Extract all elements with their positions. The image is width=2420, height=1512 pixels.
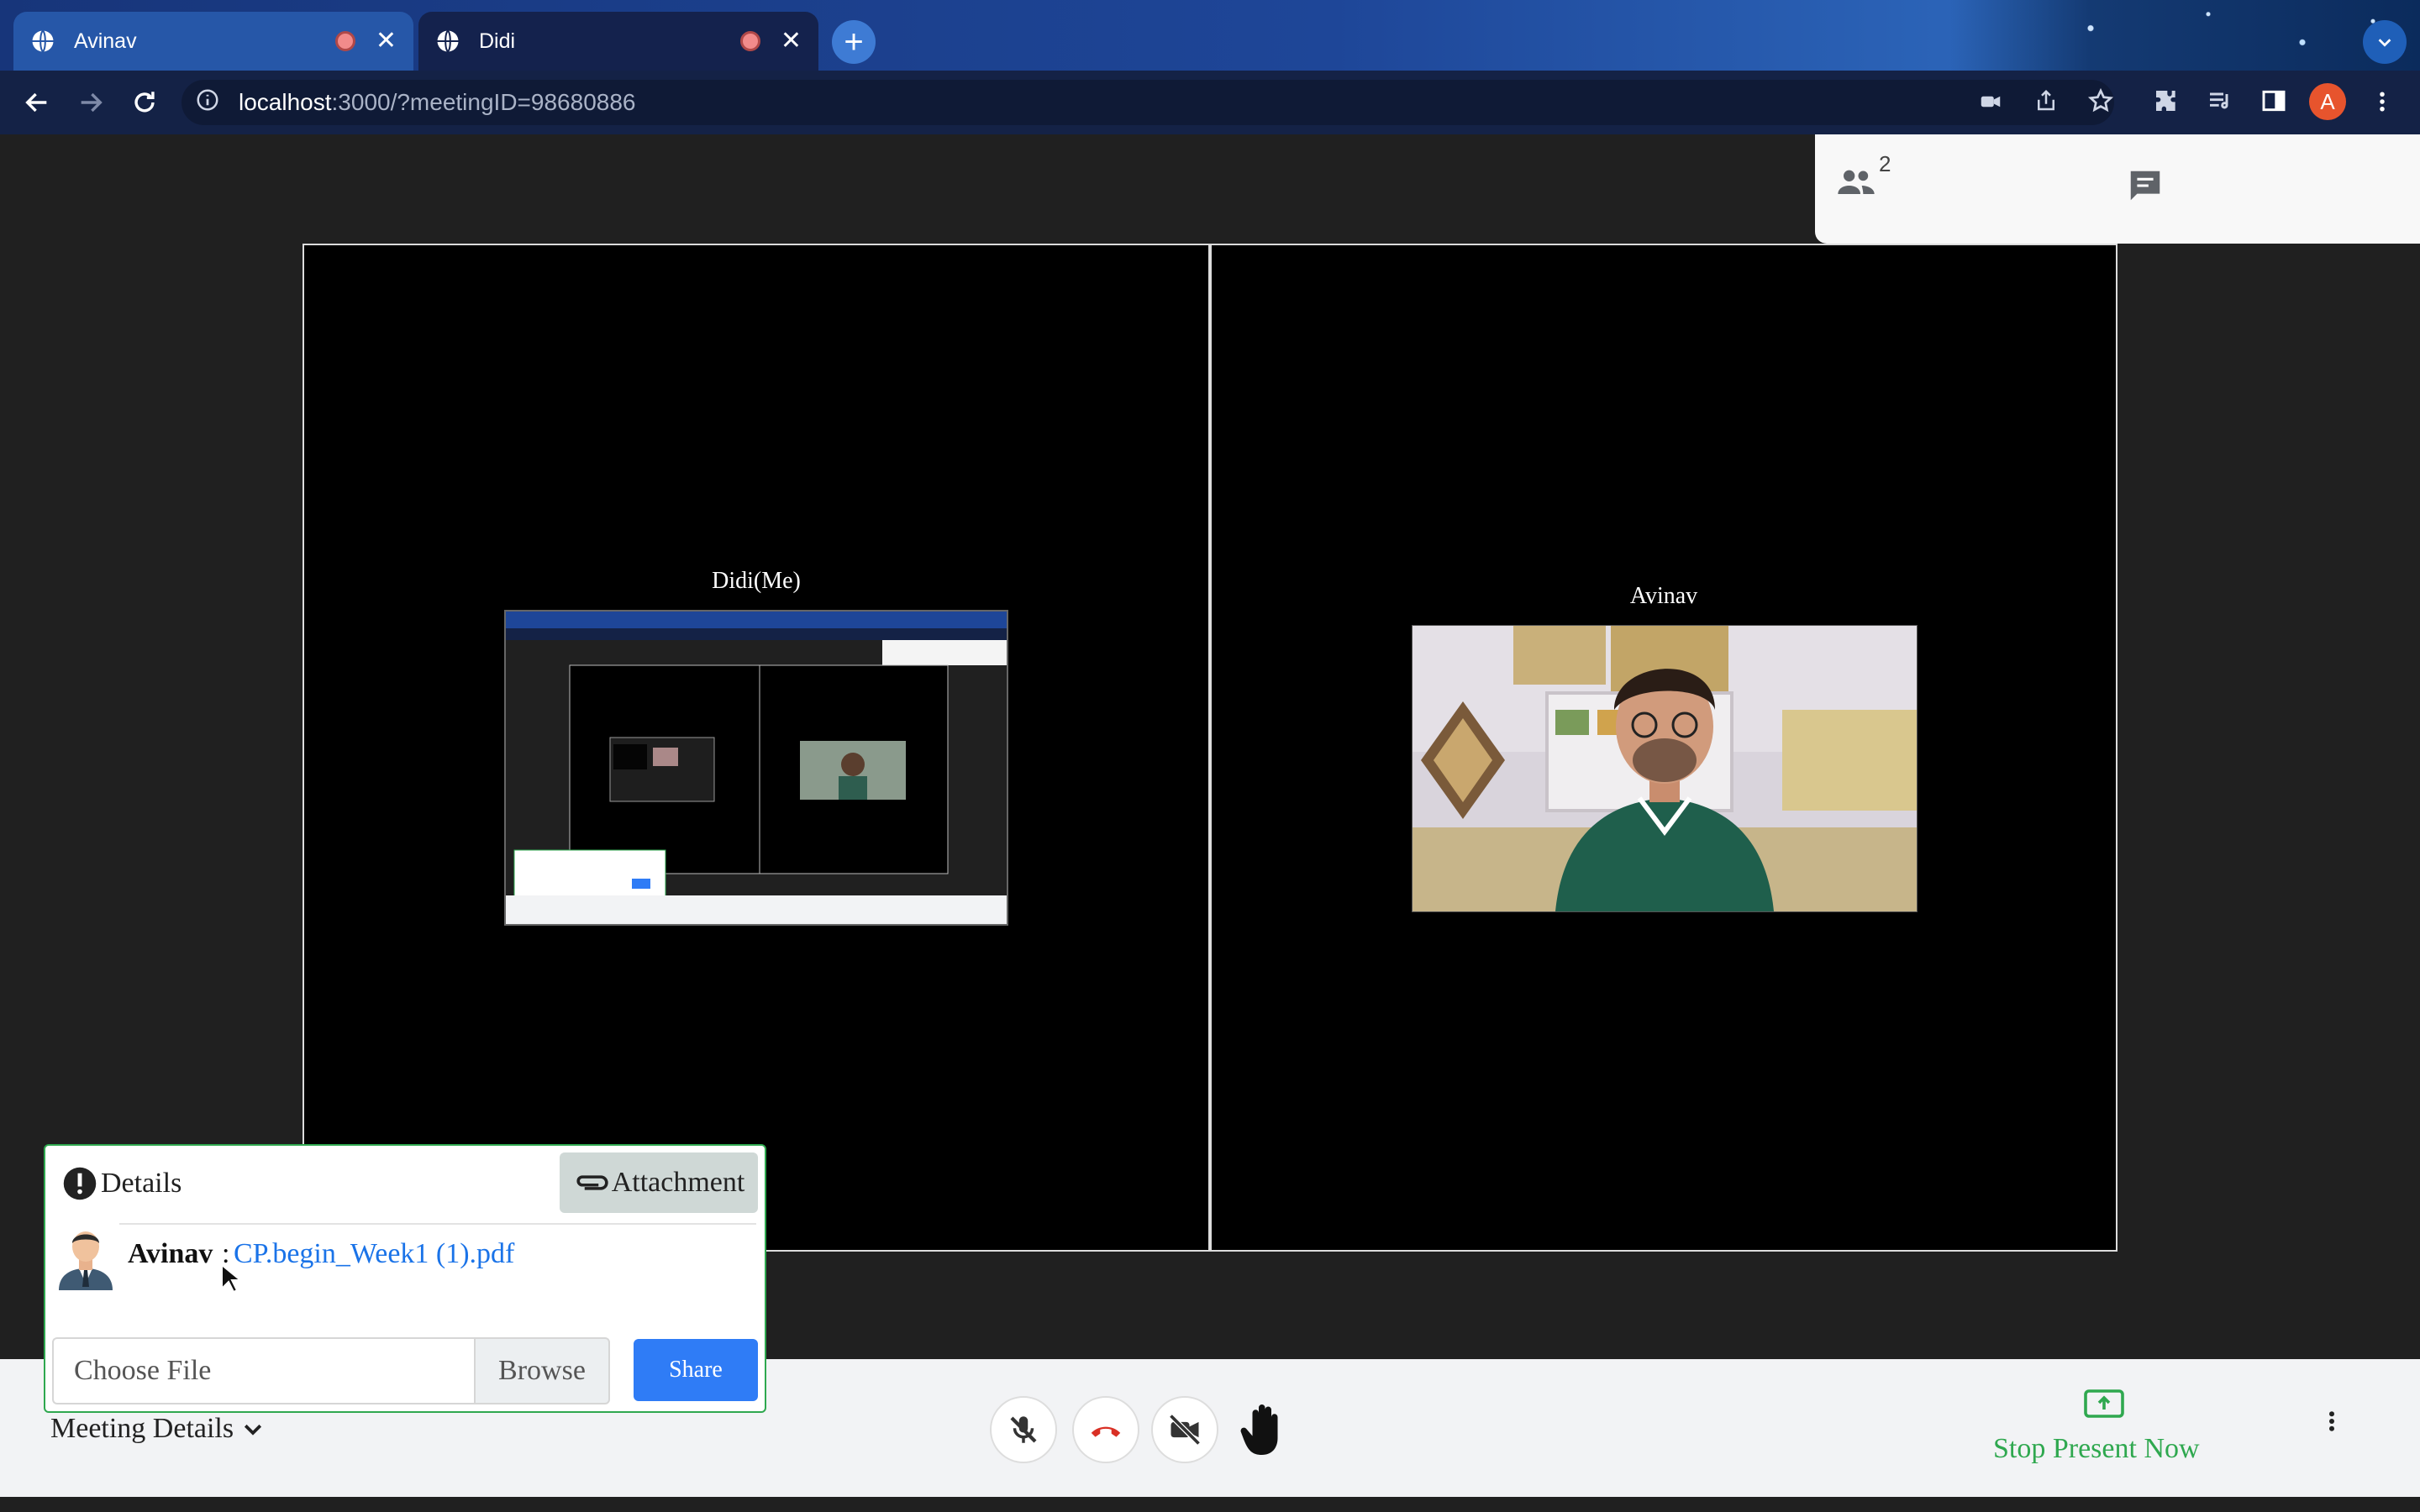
profile-avatar[interactable]: A bbox=[2309, 83, 2346, 120]
record-icon bbox=[739, 31, 760, 51]
mouse-cursor bbox=[220, 1263, 243, 1298]
video-off-icon bbox=[1169, 1414, 1201, 1446]
stop-present-button[interactable]: Stop Present Now bbox=[1993, 1433, 2200, 1465]
close-icon[interactable]: ✕ bbox=[376, 29, 397, 54]
browser-tab-didi[interactable]: Didi ✕ bbox=[418, 12, 818, 71]
file-input-placeholder: Choose File bbox=[74, 1355, 212, 1386]
avatar-icon bbox=[52, 1223, 119, 1290]
participant-count: 2 bbox=[1879, 151, 1891, 176]
share-page-icon[interactable] bbox=[2033, 87, 2059, 118]
more-vert-icon[interactable] bbox=[2370, 87, 2395, 120]
extensions-icon[interactable] bbox=[2153, 87, 2180, 118]
more-vert-icon[interactable] bbox=[2319, 1403, 2344, 1444]
theme-background bbox=[1949, 0, 2420, 71]
tile-name-remote: Avinav bbox=[1629, 583, 1698, 609]
chevron-down-icon[interactable] bbox=[2363, 20, 2407, 64]
file-input[interactable]: Choose File bbox=[52, 1337, 476, 1404]
chat-icon[interactable] bbox=[2126, 166, 2165, 209]
video-toggle-button[interactable] bbox=[1151, 1396, 1218, 1463]
url-path: :3000/?meetingID=98680886 bbox=[331, 89, 636, 115]
meeting-details-toggle[interactable]: Meeting Details bbox=[50, 1413, 266, 1445]
close-icon[interactable]: ✕ bbox=[781, 29, 802, 54]
attachment-file-link[interactable]: CP.begin_Week1 (1).pdf bbox=[234, 1238, 514, 1270]
star-icon[interactable] bbox=[2087, 87, 2114, 118]
tab-title: Didi bbox=[479, 29, 516, 53]
media-icon[interactable] bbox=[2207, 87, 2233, 118]
popup-divider bbox=[54, 1223, 756, 1225]
end-call-button[interactable] bbox=[1072, 1396, 1139, 1463]
raise-hand-icon bbox=[1240, 1404, 1278, 1455]
meeting-details-label: Meeting Details bbox=[50, 1413, 234, 1444]
globe-icon bbox=[32, 29, 54, 53]
alert-icon bbox=[63, 1167, 97, 1200]
back-icon[interactable] bbox=[17, 82, 57, 123]
attachment-label: Attachment bbox=[611, 1167, 745, 1198]
tile-name-self: Didi(Me) bbox=[712, 568, 801, 594]
paperclip-icon bbox=[576, 1175, 608, 1190]
url-host: localhost bbox=[239, 89, 332, 115]
chevron-down-icon bbox=[245, 1424, 262, 1436]
details-title: Details bbox=[101, 1168, 182, 1199]
message-sender: Avinav bbox=[128, 1238, 213, 1269]
attachment-tab[interactable]: Attachment bbox=[560, 1152, 758, 1213]
people-icon[interactable] bbox=[1835, 165, 1877, 202]
record-icon bbox=[334, 31, 355, 51]
reload-icon[interactable] bbox=[124, 82, 165, 123]
camera-off-icon[interactable] bbox=[1978, 89, 2003, 118]
side-panel-tabs bbox=[1815, 134, 2420, 244]
sidebar-icon[interactable] bbox=[2260, 87, 2287, 118]
url-text: localhost:3000/?meetingID=98680886 bbox=[239, 87, 635, 118]
info-icon[interactable] bbox=[195, 87, 225, 118]
globe-icon bbox=[437, 29, 459, 53]
mic-toggle-button[interactable] bbox=[990, 1396, 1057, 1463]
tab-title: Avinav bbox=[74, 29, 137, 53]
plus-icon[interactable]: + bbox=[832, 20, 876, 64]
browser-tab-avinav[interactable]: Avinav ✕ bbox=[13, 12, 413, 71]
raise-hand-button[interactable] bbox=[1234, 1396, 1292, 1463]
present-icon[interactable] bbox=[2084, 1389, 2134, 1423]
shared-screen-thumbnail bbox=[506, 612, 1007, 924]
forward-icon[interactable] bbox=[71, 82, 111, 123]
browse-button[interactable]: Browse bbox=[474, 1337, 610, 1404]
end-call-icon bbox=[1091, 1426, 1121, 1437]
details-tab[interactable]: Details bbox=[62, 1166, 182, 1201]
remote-video-feed bbox=[1412, 625, 1918, 912]
share-button[interactable]: Share bbox=[634, 1339, 758, 1401]
mic-off-icon bbox=[1010, 1416, 1037, 1443]
shared-screen-preview bbox=[504, 610, 1008, 926]
